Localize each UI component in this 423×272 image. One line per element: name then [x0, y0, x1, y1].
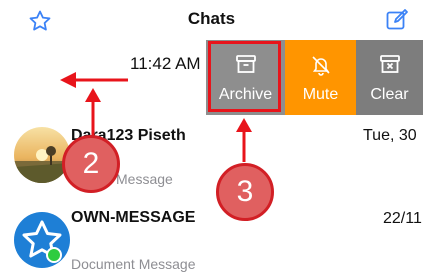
clear-label: Clear [370, 86, 409, 103]
chat-date: 22/11 [383, 210, 422, 227]
online-status-dot [46, 247, 62, 263]
compose-icon[interactable] [385, 8, 409, 32]
mute-label: Mute [302, 86, 339, 103]
chat-time: 11:42 AM [130, 54, 201, 73]
clear-button[interactable]: Clear [356, 40, 423, 115]
chats-header: Chats [0, 0, 423, 40]
mute-button[interactable]: Mute [285, 40, 356, 115]
clear-box-icon [379, 55, 400, 73]
bell-off-icon [311, 56, 330, 76]
chat-date: Tue, 30 [363, 127, 417, 144]
chat-preview: Document Message [71, 256, 196, 272]
landscape-photo [14, 127, 70, 183]
archive-highlight-box [208, 41, 281, 112]
step-callout: 2 [62, 135, 120, 193]
star-avatar-icon [22, 220, 62, 258]
avatar[interactable] [14, 127, 70, 183]
chat-name: OWN-MESSAGE [71, 209, 196, 226]
chat-preview: Message [116, 171, 173, 187]
page-title: Chats [187, 9, 236, 28]
avatar[interactable] [14, 212, 70, 268]
step-callout: 3 [216, 163, 274, 221]
